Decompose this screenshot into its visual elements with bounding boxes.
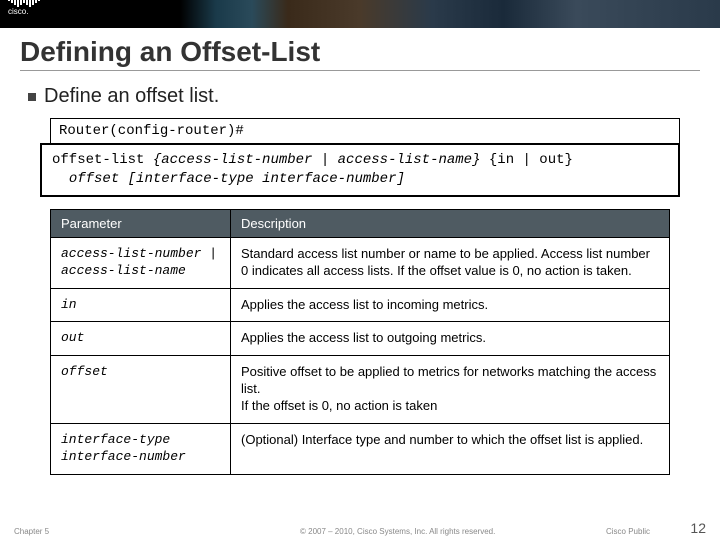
param-cell: in xyxy=(51,288,231,322)
copyright-text: © 2007 – 2010, Cisco Systems, Inc. All r… xyxy=(300,527,495,536)
desc-cell: Applies the access list to outgoing metr… xyxy=(231,322,670,356)
top-banner: cisco. xyxy=(0,0,720,28)
param-cell: access-list-number | access-list-name xyxy=(51,237,231,288)
title-divider xyxy=(20,70,700,71)
table-header-row: Parameter Description xyxy=(51,209,670,237)
desc-cell: Standard access list number or name to b… xyxy=(231,237,670,288)
page-number: 12 xyxy=(690,520,706,536)
cmd-arg-offset: offset xyxy=(69,171,119,187)
header-parameter: Parameter xyxy=(51,209,231,237)
parameter-table: Parameter Description access-list-number… xyxy=(50,209,670,475)
header-description: Description xyxy=(231,209,670,237)
bullet-line: Define an offset list. xyxy=(0,81,720,118)
bullet-icon xyxy=(28,93,36,101)
param-cell: interface-type interface-number xyxy=(51,424,231,475)
cisco-logo: cisco. xyxy=(8,0,40,16)
table-row: access-list-number | access-list-name St… xyxy=(51,237,670,288)
command-syntax: offset-list {access-list-number | access… xyxy=(40,143,680,197)
router-prompt: Router(config-router)# xyxy=(50,118,680,143)
cmd-arg-acl: {access-list-number | access-list-name} xyxy=(153,152,481,168)
table-row: offset Positive offset to be applied to … xyxy=(51,356,670,424)
logo-text: cisco. xyxy=(8,8,40,16)
classification-text: Cisco Public xyxy=(606,527,650,536)
table-row: interface-type interface-number (Optiona… xyxy=(51,424,670,475)
chapter-label: Chapter 5 xyxy=(14,527,49,536)
desc-cell: Positive offset to be applied to metrics… xyxy=(231,356,670,424)
param-cell: offset xyxy=(51,356,231,424)
bullet-text: Define an offset list. xyxy=(44,85,219,107)
table-row: in Applies the access list to incoming m… xyxy=(51,288,670,322)
table-row: out Applies the access list to outgoing … xyxy=(51,322,670,356)
desc-cell: Applies the access list to incoming metr… xyxy=(231,288,670,322)
desc-cell: (Optional) Interface type and number to … xyxy=(231,424,670,475)
cmd-arg-dir: {in | out} xyxy=(489,152,573,168)
cmd-keyword: offset-list xyxy=(52,152,144,168)
param-cell: out xyxy=(51,322,231,356)
cmd-arg-iface: [interface-type interface-number] xyxy=(128,171,405,187)
slide-title: Defining an Offset-List xyxy=(0,28,720,70)
